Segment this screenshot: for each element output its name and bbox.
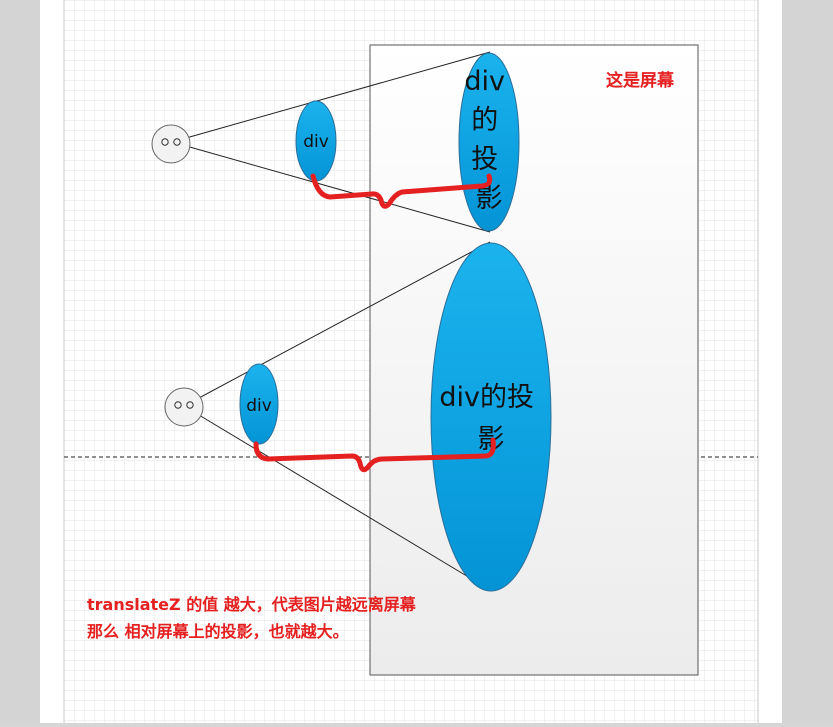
- caption-line: 那么 相对屏幕上的投影，也就越大。: [87, 622, 349, 641]
- far-projection-line: div的投: [439, 382, 534, 413]
- far-div-label: div: [246, 396, 272, 416]
- caption-line: translateZ 的值 越大，代表图片越远离屏幕: [87, 595, 417, 614]
- far-projection-ellipse: [430, 242, 552, 592]
- screen-label: 这是屏幕: [606, 70, 675, 91]
- diagram-canvas: 这是屏幕 div div 的 投 影 div div的投 影 translate…: [0, 0, 833, 723]
- near-div-label: div: [303, 132, 329, 152]
- diagram-svg: 这是屏幕 div div 的 投 影 div div的投 影 translate…: [0, 0, 833, 723]
- near-projection-line: div: [464, 66, 505, 97]
- upper-eye-icon: [151, 124, 191, 164]
- near-projection-line: 的: [471, 105, 498, 136]
- near-projection-line: 投: [471, 144, 498, 175]
- lower-eye-icon: [164, 387, 204, 427]
